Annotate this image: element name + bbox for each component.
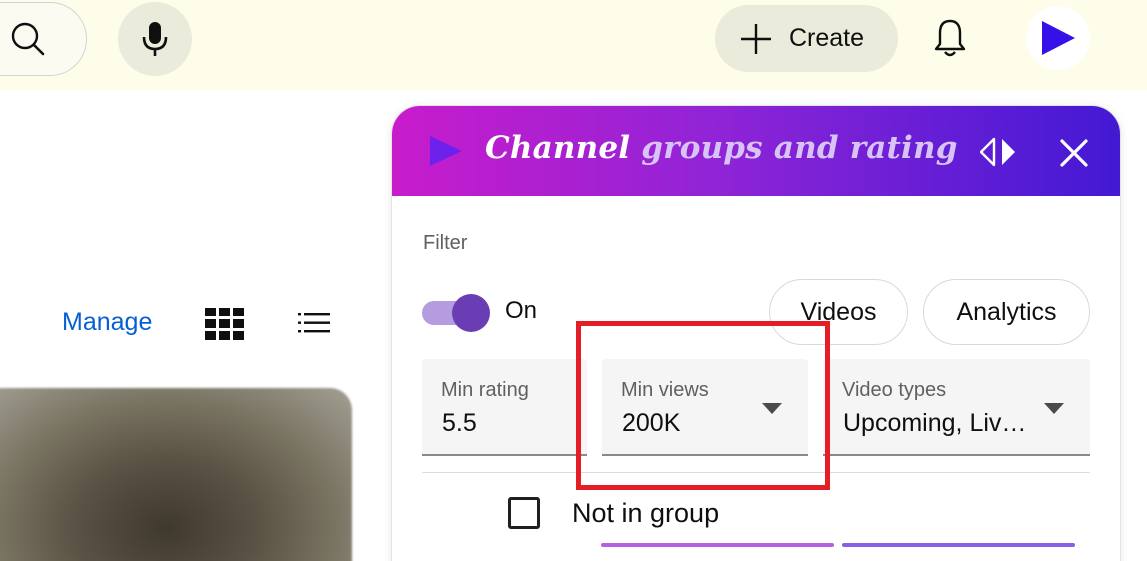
analytics-button[interactable]: Analytics — [923, 279, 1090, 345]
toggle-knob — [452, 294, 490, 332]
voice-search-button[interactable] — [118, 2, 192, 76]
list-view-icon — [298, 313, 330, 333]
notifications-button[interactable] — [922, 10, 978, 66]
search-icon — [11, 22, 45, 56]
not-in-group-label: Not in group — [572, 498, 720, 528]
video-types-label: Video types — [842, 379, 947, 401]
play-icon — [1042, 21, 1075, 55]
search-button[interactable] — [0, 2, 87, 76]
close-icon — [1060, 139, 1088, 167]
filter-toggle[interactable] — [422, 294, 490, 332]
min-rating-value: 5.5 — [442, 409, 477, 437]
manage-link[interactable]: Manage — [62, 308, 152, 337]
filter-label: Filter — [423, 232, 468, 254]
panel-title-part2: groups and rating — [641, 130, 958, 166]
create-label: Create — [789, 24, 865, 52]
min-rating-label: Min rating — [441, 379, 529, 401]
microphone-icon — [142, 22, 168, 56]
not-in-group-checkbox[interactable] — [508, 497, 540, 529]
play-logo-icon — [430, 136, 462, 166]
swap-arrows-icon — [980, 137, 1015, 167]
highlight-box — [576, 321, 830, 490]
create-button[interactable]: Create — [715, 5, 898, 72]
toggle-label: On — [505, 297, 538, 324]
group-bar-1 — [601, 543, 834, 547]
plus-icon — [741, 23, 771, 54]
group-bar-2 — [842, 543, 1075, 547]
panel-header: Channel groups and rating — [392, 106, 1120, 196]
video-thumbnail[interactable] — [0, 388, 352, 561]
account-avatar[interactable] — [1026, 6, 1090, 70]
grid-view-button[interactable] — [205, 308, 245, 345]
swap-side-button[interactable] — [978, 134, 1018, 170]
bell-icon — [934, 19, 966, 57]
list-view-button[interactable] — [298, 312, 330, 339]
top-bar: Create — [0, 0, 1147, 90]
panel-title: Channel groups and rating — [485, 130, 958, 166]
grid-view-icon — [205, 308, 244, 340]
min-rating-field[interactable]: Min rating 5.5 — [422, 359, 587, 456]
panel-title-part1: Channel — [485, 130, 631, 166]
close-panel-button[interactable] — [1054, 133, 1094, 173]
dropdown-caret-icon — [1044, 403, 1064, 414]
video-types-value: Upcoming, Liv… — [843, 409, 1027, 437]
video-types-select[interactable]: Video types Upcoming, Liv… — [823, 359, 1090, 456]
